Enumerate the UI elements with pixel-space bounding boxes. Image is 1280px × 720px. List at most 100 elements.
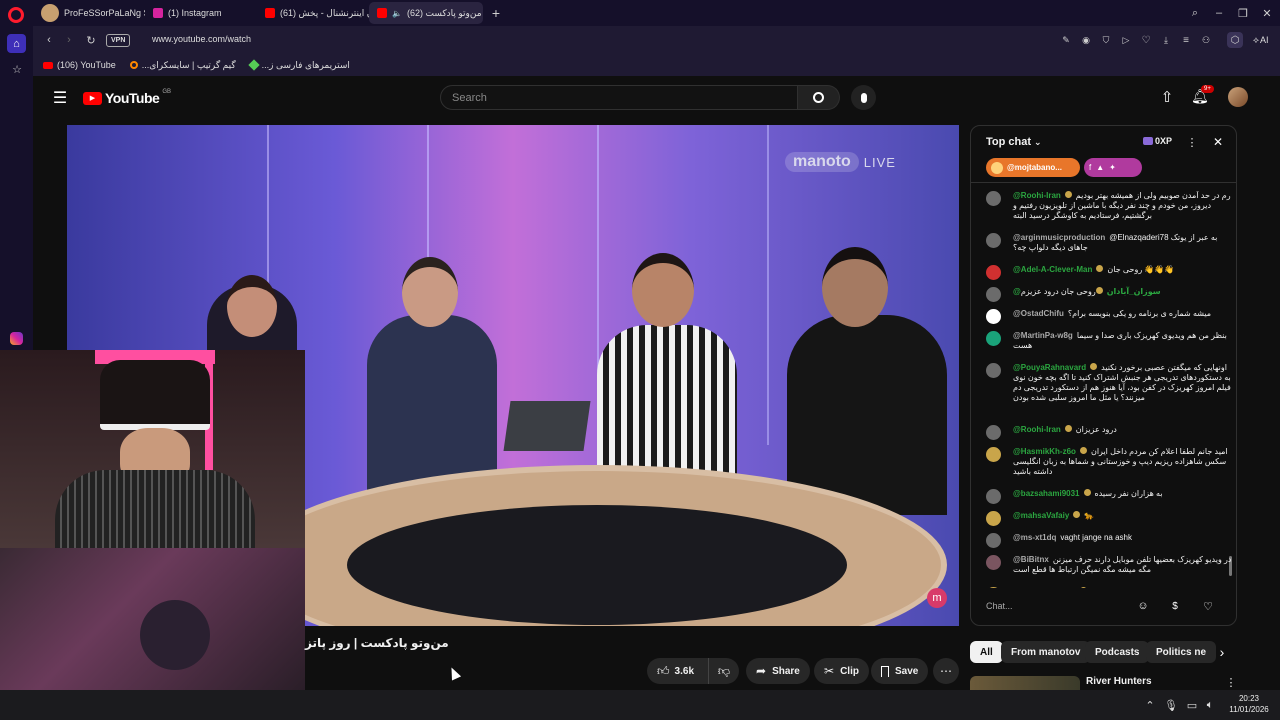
avatar[interactable]	[986, 191, 1001, 206]
heart-icon[interactable]: ♡	[1139, 33, 1153, 47]
bookmark-streamers[interactable]: استریمرهای فارسی ز...	[247, 59, 350, 71]
search-input[interactable]: Search	[440, 85, 798, 110]
shield-icon[interactable]: ⛉	[1099, 33, 1113, 47]
notifications-button[interactable]: 🔔︎ 9+	[1191, 85, 1214, 106]
star-icon[interactable]: ☆	[10, 62, 24, 76]
ai-button[interactable]: ⟡ AI	[1253, 32, 1277, 48]
vpn-badge[interactable]: VPN	[106, 34, 131, 47]
avatar[interactable]	[986, 587, 1001, 588]
save-button[interactable]: Save	[871, 658, 929, 684]
chat-author[interactable]: @mahsaVafaiy	[1013, 511, 1069, 520]
account-avatar[interactable]	[1228, 87, 1248, 107]
search-button[interactable]	[798, 85, 840, 110]
emoji-icon[interactable]: ☺	[1136, 599, 1150, 613]
search-tabs-icon[interactable]: ⌕	[1187, 5, 1203, 21]
avatar[interactable]	[986, 489, 1001, 504]
maximize-button[interactable]: ❐	[1235, 5, 1251, 21]
send-icon[interactable]: ▷	[1119, 33, 1133, 47]
upload-icon[interactable]: ⇧	[1158, 88, 1176, 106]
bookmark-youtube[interactable]: (106) YouTube	[43, 60, 116, 70]
avatar[interactable]	[986, 331, 1001, 346]
profile-icon[interactable]: ⚇	[1199, 33, 1213, 47]
share-button[interactable]: ➦ Share	[746, 658, 810, 684]
more-actions-button[interactable]: ⋯	[933, 658, 959, 684]
edit-icon[interactable]: ✎	[1059, 33, 1073, 47]
opera-logo-icon[interactable]	[8, 7, 24, 23]
tab-iran-international[interactable]: (61) ایران اینترنشنال - پخش	[257, 2, 369, 24]
reload-button[interactable]: ↻	[83, 32, 99, 48]
chevron-up-icon[interactable]: ⌃	[1143, 698, 1157, 712]
youtube-logo[interactable]: ▶ YouTube GB	[83, 89, 171, 106]
avatar[interactable]	[986, 533, 1001, 548]
chat-author[interactable]: @HasmikKh-z6o	[1013, 447, 1076, 456]
chat-author[interactable]: @BiBitnx	[1013, 555, 1049, 564]
pinned-supporter[interactable]: @mojtabano...	[986, 158, 1080, 177]
tab-instagram[interactable]: (1) Instagram	[145, 2, 257, 24]
dislike-button[interactable]: 👎︎	[709, 658, 739, 684]
avatar[interactable]	[986, 265, 1001, 280]
chip-from-manoto[interactable]: From manotov	[1001, 641, 1091, 663]
close-chat-icon[interactable]: ✕	[1211, 135, 1225, 149]
chat-author[interactable]: @HasmikKh-z6o	[1013, 587, 1076, 588]
reaction-pill[interactable]: f ▲ ✦	[1084, 158, 1142, 177]
avatar[interactable]	[986, 447, 1001, 462]
chat-author[interactable]: @OstadChifu	[1013, 309, 1064, 318]
download-icon[interactable]: ⤓	[1159, 33, 1173, 47]
url-field[interactable]: www.youtube.com/watch	[152, 34, 251, 44]
avatar[interactable]	[986, 287, 1001, 302]
new-tab-button[interactable]: +	[487, 4, 505, 22]
heart-reaction-icon[interactable]: ♡	[1201, 599, 1215, 613]
chat-author[interactable]: @Roohi-Iran	[1013, 425, 1061, 434]
volume-icon[interactable]: 🔈︎	[1203, 698, 1217, 712]
chip-all[interactable]: All	[970, 641, 1003, 663]
minimize-button[interactable]: –	[1211, 5, 1227, 21]
related-title[interactable]: River Hunters	[1086, 676, 1152, 687]
avatar[interactable]	[986, 425, 1001, 440]
microphone-icon[interactable]: 🎙︎	[1164, 698, 1178, 712]
avatar[interactable]	[986, 555, 1001, 570]
chat-author[interactable]: @Adel-A-Clever-Man	[1013, 265, 1092, 274]
hamburger-menu-icon[interactable]: ☰	[51, 89, 69, 107]
thumbs-down-icon: 👎︎	[717, 663, 731, 678]
person-2-head	[402, 257, 458, 327]
avatar[interactable]	[986, 511, 1001, 526]
avatar[interactable]	[986, 363, 1001, 378]
extension-icon[interactable]: ⬡	[1227, 32, 1243, 48]
chat-author[interactable]: @arginmusicproduction	[1013, 233, 1105, 242]
clip-button[interactable]: ✂ Clip	[814, 658, 869, 684]
instagram-icon[interactable]	[10, 332, 23, 345]
bookmark-game[interactable]: گیم گرتیپ | سایسکرای...	[129, 60, 236, 71]
speaker-icon[interactable]: 🔈	[392, 9, 402, 18]
chat-author[interactable]: @PouyaRahnavard	[1013, 363, 1086, 372]
tab-stream[interactable]: ProFeSSorPaLaNg Stream	[33, 2, 145, 24]
chat-input[interactable]: Chat...	[986, 596, 1131, 616]
chat-more-icon[interactable]: ⋮	[1186, 135, 1198, 149]
avatar[interactable]	[986, 233, 1001, 248]
related-thumbnail[interactable]	[970, 676, 1080, 690]
chat-author[interactable]: @Roohi-Iran	[1013, 191, 1061, 200]
forward-button[interactable]: ›	[61, 32, 77, 48]
display-icon[interactable]: ▭	[1185, 698, 1199, 712]
home-icon[interactable]: ⌂	[7, 34, 26, 53]
chat-author[interactable]: @MartinPa-w8g	[1013, 331, 1073, 340]
camera-icon[interactable]: ◉	[1079, 33, 1093, 47]
back-button[interactable]: ‹	[41, 32, 57, 48]
tab-manoto[interactable]: 🔈 (62) من‌وتو پادکست |	[369, 2, 483, 24]
chevron-right-icon[interactable]: ›	[1214, 644, 1230, 660]
menu-icon[interactable]: ≡	[1179, 33, 1193, 47]
chat-author[interactable]: @bazsahami9031	[1013, 489, 1080, 498]
avatar[interactable]	[986, 309, 1001, 324]
like-button[interactable]: 👍︎ 3.6k	[647, 658, 709, 684]
chip-politics[interactable]: Politics ne	[1146, 641, 1216, 663]
game-icon	[129, 61, 138, 69]
close-window-button[interactable]: ✕	[1259, 5, 1275, 21]
voice-search-button[interactable]	[851, 85, 876, 110]
chat-author[interactable]: @ms-xt1dq	[1013, 533, 1056, 542]
xp-badge[interactable]: 0XP	[1143, 136, 1172, 146]
chat-message: @ms-xt1dq vaght jange na ashk	[986, 533, 1231, 549]
chip-podcasts[interactable]: Podcasts	[1085, 641, 1150, 663]
related-more-icon[interactable]: ⋮	[1226, 676, 1237, 689]
super-chat-icon[interactable]: $	[1168, 599, 1182, 613]
clock[interactable]: 20:23 11/01/2026	[1222, 694, 1276, 714]
chat-mode-dropdown[interactable]: Top chat ⌄	[986, 136, 1042, 148]
